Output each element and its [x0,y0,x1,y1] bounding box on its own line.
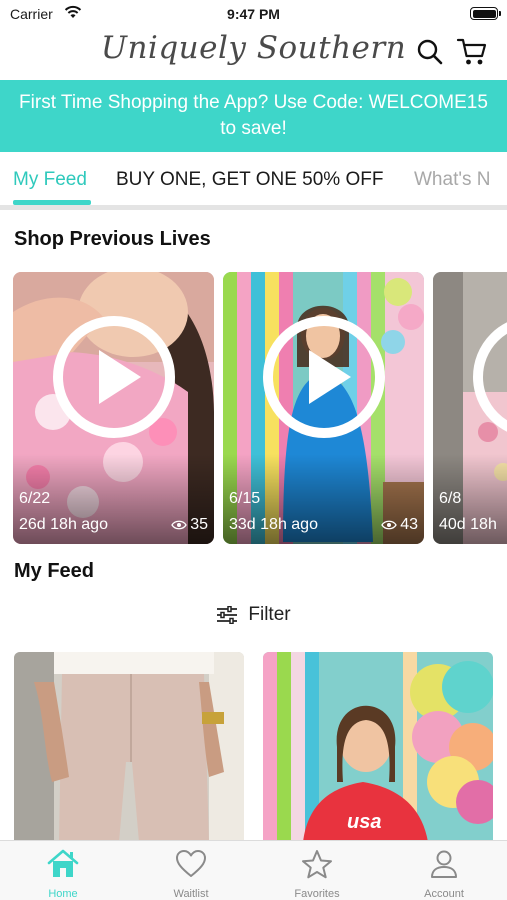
feed-product-card[interactable] [14,652,244,842]
app-header: Uniquely Southern [0,28,507,80]
live-card[interactable]: 6/15 33d 18h ago 43 [223,272,424,544]
promo-banner[interactable]: First Time Shopping the App? Use Code: W… [0,80,507,152]
cart-icon[interactable] [456,36,488,68]
live-ago: 40d 18h [439,516,497,533]
play-icon[interactable] [53,316,175,438]
views-count: 35 [190,516,208,533]
live-date: 6/8 [439,490,462,507]
nav-waitlist[interactable]: Waitlist [136,849,246,900]
person-icon [431,850,457,878]
live-ago: 26d 18h ago [19,516,108,533]
eye-icon [171,520,187,530]
lives-carousel[interactable]: 6/22 26d 18h ago 35 6/15 33d 18h ago 43 … [0,272,507,544]
nav-home[interactable]: Home [8,849,118,900]
product-image: usa [263,652,493,842]
search-icon[interactable] [416,38,444,66]
bottom-tab-bar: Home Waitlist Favorites Account [0,840,507,900]
live-date: 6/22 [19,490,51,507]
nav-account[interactable]: Account [389,849,499,900]
promo-line-2: to save! [220,118,287,139]
battery-icon [470,7,501,20]
home-icon [47,849,79,877]
nav-label: Home [48,888,78,900]
heart-icon [176,850,206,877]
feed-product-card[interactable]: usa [263,652,493,842]
live-card[interactable]: 6/8 40d 18h [433,272,507,544]
live-card[interactable]: 6/22 26d 18h ago 35 [13,272,214,544]
promo-line-1: First Time Shopping the App? Use Code: W… [19,92,488,113]
play-icon[interactable] [263,316,385,438]
category-tabs: My Feed BUY ONE, GET ONE 50% OFF What's … [0,152,507,210]
section-title-lives: Shop Previous Lives [14,228,211,250]
live-ago: 33d 18h ago [229,516,318,533]
sliders-icon [217,606,238,624]
filter-bar: Filter [0,604,507,634]
filter-button[interactable]: Filter [216,604,291,626]
views-count: 43 [400,516,418,533]
star-icon [302,850,332,879]
filter-label: Filter [248,604,291,625]
nav-label: Waitlist [173,888,209,900]
nav-favorites[interactable]: Favorites [262,849,372,900]
live-date: 6/15 [229,490,261,507]
tab-whats-new[interactable]: What's N [414,169,490,191]
svg-text:usa: usa [347,811,381,833]
eye-icon [381,520,397,530]
live-views: 43 [381,516,418,534]
tab-my-feed[interactable]: My Feed [13,169,87,191]
section-title-feed: My Feed [14,560,95,582]
active-tab-indicator [13,200,91,205]
nav-label: Favorites [294,888,340,900]
product-image [14,652,244,842]
clock: 9:47 PM [227,6,280,22]
nav-label: Account [424,888,464,900]
status-bar: Carrier 9:47 PM [0,0,507,28]
live-views: 35 [171,516,208,534]
tab-bogo[interactable]: BUY ONE, GET ONE 50% OFF [116,169,383,191]
